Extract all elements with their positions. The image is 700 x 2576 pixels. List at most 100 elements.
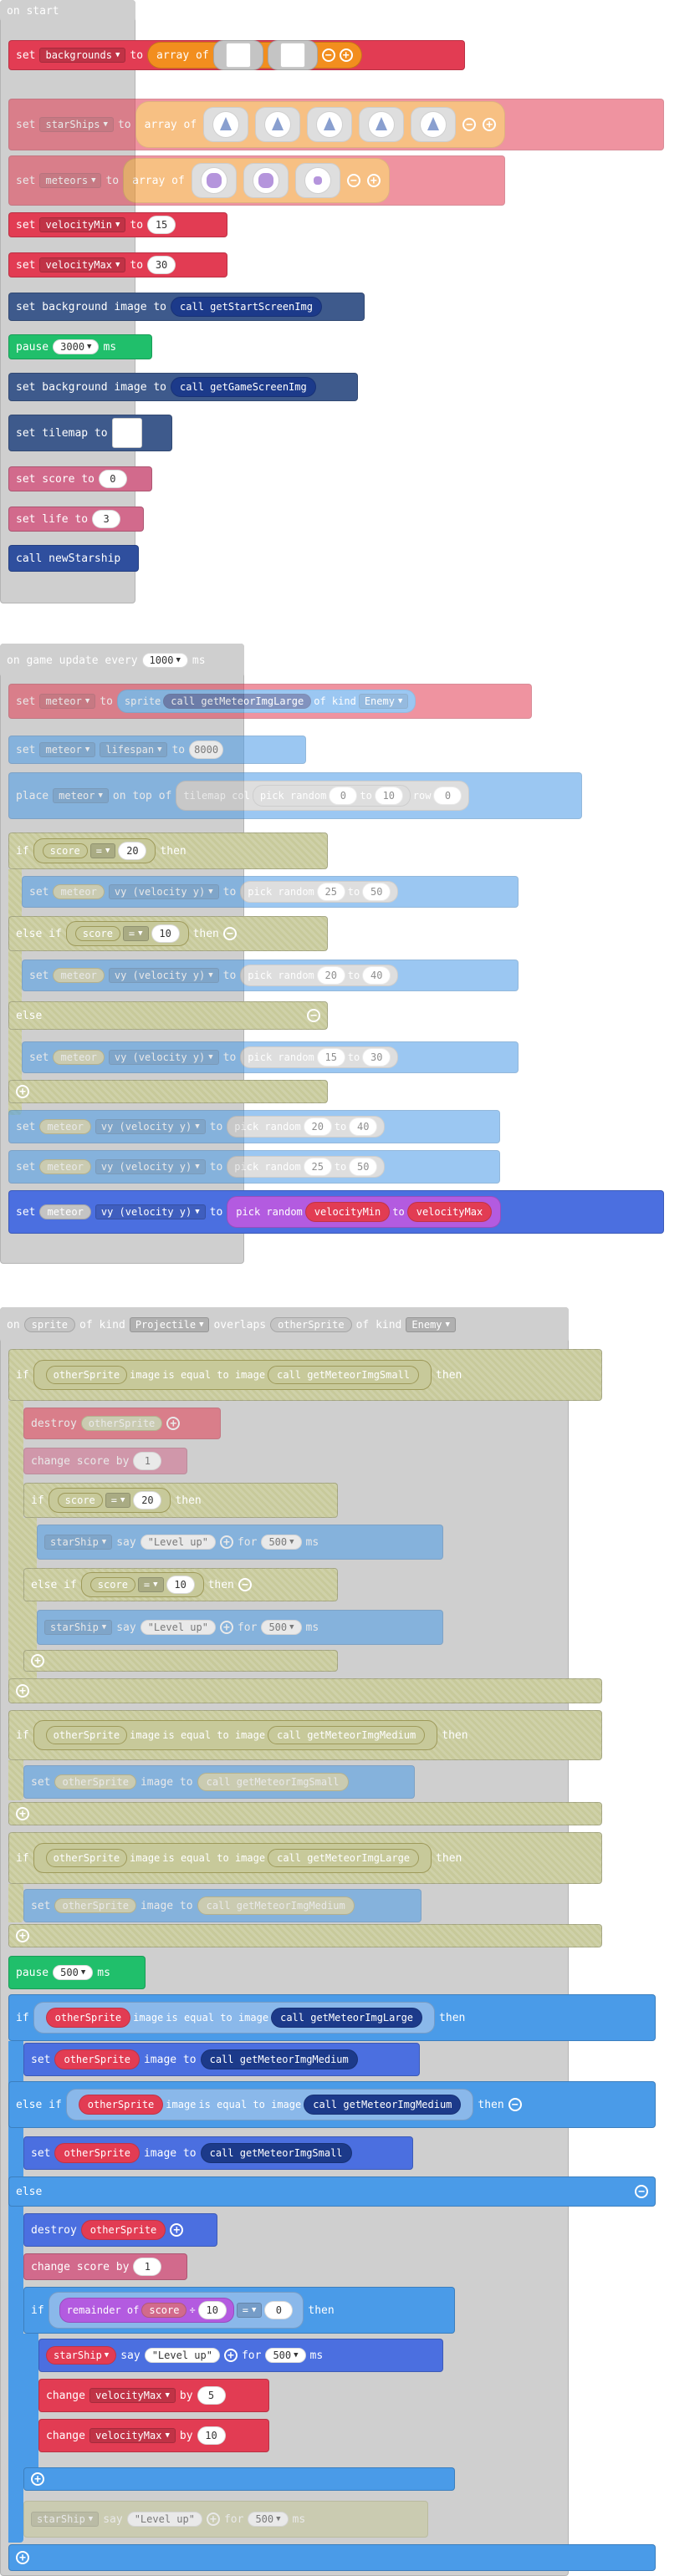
meteor-sprite-icon[interactable] <box>252 167 279 194</box>
pause-block[interactable]: pause 3000 ▼ ms <box>8 334 152 359</box>
call-getmeteorimgmedium[interactable]: call getMeteorImgMedium <box>268 1726 426 1744</box>
number-input[interactable]: 0 <box>433 787 462 805</box>
number-input[interactable]: 0 <box>329 787 358 805</box>
set-image-block[interactable]: set otherSprite image to call getMeteorI… <box>23 1889 422 1922</box>
say-text-input[interactable]: "Level up" <box>144 2348 220 2363</box>
number-input[interactable]: 8000 <box>189 741 224 759</box>
image-slot[interactable] <box>359 107 405 142</box>
if-block[interactable]: if otherSprite image is equal to image c… <box>8 1832 602 1884</box>
set-image-block[interactable]: set otherSprite image to call getMeteorI… <box>23 1765 415 1799</box>
variable-dropdown[interactable]: starShips ▼ <box>39 117 114 132</box>
if-block[interactable]: if score = ▼ 20 then <box>8 832 328 869</box>
say-text-input[interactable]: "Level up" <box>140 1620 216 1635</box>
image-equal-block[interactable]: otherSprite image is equal to image call… <box>33 1360 432 1390</box>
variable-dropdown[interactable]: velocityMax ▼ <box>39 257 126 272</box>
pause-duration-dropdown[interactable]: 3000 ▼ <box>53 339 100 354</box>
number-input[interactable]: 20 <box>133 1491 162 1509</box>
kind-dropdown[interactable]: Projectile ▼ <box>129 1317 210 1332</box>
call-getmeteorimgmedium[interactable]: call getMeteorImgMedium <box>200 2049 358 2069</box>
pick-random-block[interactable]: pick random 20 to 40 <box>240 965 399 986</box>
score-reporter[interactable]: score <box>141 2303 187 2318</box>
variable-dropdown[interactable]: backgrounds ▼ <box>39 48 126 63</box>
kind-dropdown[interactable]: Enemy ▼ <box>406 1317 456 1332</box>
array-of-block[interactable]: array of − + <box>147 40 362 70</box>
if-block-footer[interactable]: + <box>8 2544 656 2571</box>
add-icon[interactable]: + <box>223 2349 238 2362</box>
if-block-footer[interactable]: + <box>8 1802 602 1825</box>
property-dropdown[interactable]: vy (velocity y) ▼ <box>95 1159 206 1174</box>
variable-dropdown[interactable]: meteor ▼ <box>39 742 96 757</box>
velocitymax-reporter[interactable]: velocityMax <box>406 1202 493 1222</box>
operator-dropdown[interactable]: = ▼ <box>105 1493 131 1508</box>
add-icon[interactable]: + <box>16 2551 29 2564</box>
call-getgamescreenimg[interactable]: call getGameScreenImg <box>171 377 316 397</box>
set-backgrounds-block[interactable]: set backgrounds ▼ to array of − + <box>8 40 465 70</box>
add-icon[interactable]: + <box>483 118 497 131</box>
image-slot[interactable] <box>203 107 249 142</box>
property-dropdown[interactable]: vy (velocity y) ▼ <box>108 884 219 899</box>
duration-dropdown[interactable]: 500 ▼ <box>261 1535 302 1550</box>
score-reporter[interactable]: score <box>42 843 88 858</box>
set-meteor-vy-block[interactable]: set meteor vy (velocity y) ▼ to pick rand… <box>8 1190 664 1234</box>
othersprite-reporter[interactable]: otherSprite <box>270 1317 352 1332</box>
duration-dropdown[interactable]: 500 ▼ <box>261 1620 302 1635</box>
property-dropdown[interactable]: vy (velocity y) ▼ <box>108 1050 219 1065</box>
number-input[interactable]: 40 <box>362 966 391 985</box>
starship-sprite-icon[interactable] <box>420 111 447 138</box>
set-meteor-lifespan-block[interactable]: set meteor ▼ lifespan ▼ to 8000 <box>8 736 306 764</box>
variable-dropdown[interactable]: meteors ▼ <box>39 173 102 188</box>
if-block-footer[interactable]: + <box>8 1678 602 1703</box>
set-meteor-vy-block[interactable]: set meteor vy (velocity y) ▼ to pick rand… <box>22 960 519 991</box>
sprite-block[interactable]: sprite call getMeteorImgLarge of kind En… <box>116 690 416 713</box>
interval-dropdown[interactable]: 1000 ▼ <box>141 653 188 668</box>
number-input[interactable]: 40 <box>349 1117 378 1136</box>
comparison-block[interactable]: score = ▼ 20 <box>33 838 156 863</box>
starship-dropdown[interactable]: starShip ▼ <box>44 1620 113 1635</box>
othersprite-reporter[interactable]: otherSprite <box>80 2220 166 2240</box>
number-input[interactable]: 25 <box>316 883 345 901</box>
othersprite-reporter[interactable]: otherSprite <box>45 2008 131 2028</box>
add-icon[interactable]: + <box>206 2512 220 2526</box>
call-getmeteorimgsmall[interactable]: call getMeteorImgSmall <box>200 2143 352 2163</box>
remove-icon[interactable]: − <box>222 927 237 940</box>
othersprite-reporter[interactable]: otherSprite <box>45 1726 128 1744</box>
variable-dropdown[interactable]: velocityMax ▼ <box>89 2428 176 2443</box>
say-block[interactable]: starShip ▼ say "Level up" + for 500 ▼ ms <box>37 1610 443 1645</box>
kind-dropdown[interactable]: Enemy ▼ <box>358 694 409 709</box>
call-getmeteorimgmedium[interactable]: call getMeteorImgMedium <box>197 1896 355 1915</box>
othersprite-reporter[interactable]: otherSprite <box>80 1416 163 1431</box>
othersprite-reporter[interactable]: otherSprite <box>54 2143 140 2163</box>
remove-icon[interactable]: − <box>635 2185 648 2198</box>
set-score-block[interactable]: set score to 0 <box>8 466 152 491</box>
number-input[interactable]: 0 <box>264 2301 294 2319</box>
sprite-reporter[interactable]: sprite <box>23 1317 76 1332</box>
number-input[interactable]: 1 <box>133 2258 162 2276</box>
starship-dropdown[interactable]: starShip ▼ <box>31 2512 100 2527</box>
image-equal-block[interactable]: otherSprite image is equal to image call… <box>33 1843 432 1873</box>
pick-random-block[interactable]: pick random velocityMin to velocityMax <box>227 1196 502 1228</box>
set-velocitymin-block[interactable]: set velocityMin ▼ to 15 <box>8 212 227 237</box>
remainder-block[interactable]: remainder of score ÷ 10 <box>59 2298 234 2323</box>
remove-icon[interactable]: − <box>321 48 335 62</box>
velocitymin-reporter[interactable]: velocityMin <box>304 1202 391 1222</box>
meteor-reporter[interactable]: meteor <box>53 1050 105 1065</box>
add-icon[interactable]: + <box>16 1684 29 1698</box>
starship-sprite-icon[interactable] <box>316 111 344 138</box>
remove-icon[interactable]: − <box>346 174 360 187</box>
property-dropdown[interactable]: vy (velocity y) ▼ <box>95 1204 206 1219</box>
duration-dropdown[interactable]: 500 ▼ <box>265 2348 306 2363</box>
pick-random-block[interactable]: pick random 25 to 50 <box>240 881 399 903</box>
number-input[interactable]: 20 <box>316 966 345 985</box>
add-icon[interactable]: + <box>166 1417 181 1430</box>
property-dropdown[interactable]: lifespan ▼ <box>100 742 168 757</box>
say-text-input[interactable]: "Level up" <box>126 2512 202 2527</box>
othersprite-reporter[interactable]: otherSprite <box>45 1849 128 1867</box>
image-equal-block[interactable]: otherSprite image is equal to image call… <box>33 1720 438 1750</box>
othersprite-reporter[interactable]: otherSprite <box>78 2095 164 2115</box>
on-game-update-block[interactable]: on game update every 1000 ▼ ms <box>0 644 244 677</box>
else-if-block[interactable]: else if otherSprite image is equal to im… <box>8 2081 656 2128</box>
variable-dropdown[interactable]: velocityMin ▼ <box>39 217 126 232</box>
image-slot[interactable] <box>294 163 340 198</box>
add-icon[interactable]: + <box>219 1621 233 1634</box>
remove-icon[interactable]: − <box>508 2098 522 2111</box>
